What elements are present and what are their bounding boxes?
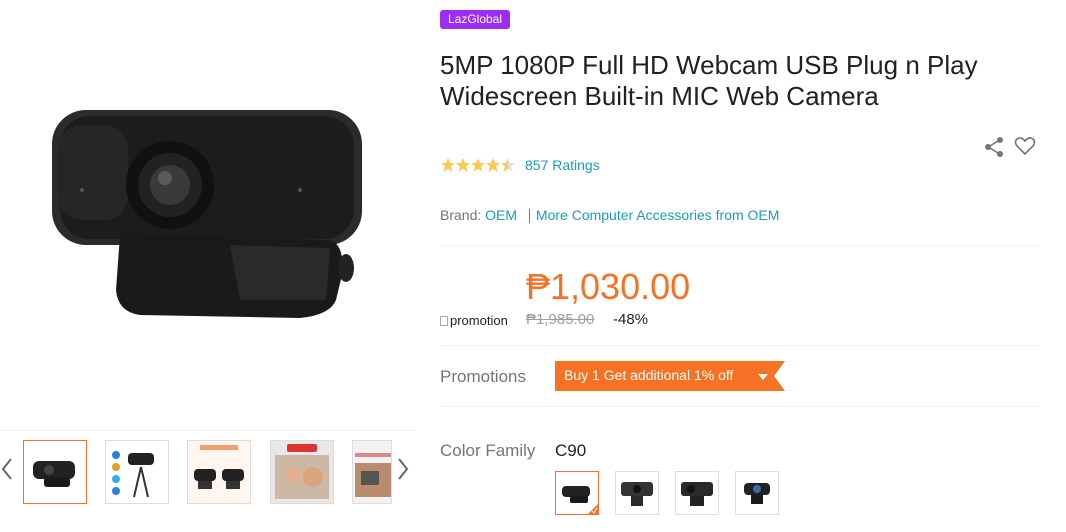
promotion-alt-text: promotion [450, 313, 508, 328]
brand-label: Brand: [440, 207, 482, 223]
caret-down-icon[interactable] [758, 374, 768, 380]
main-product-image[interactable] [0, 0, 416, 430]
selected-color-value: C90 [555, 441, 587, 460]
more-from-brand-link[interactable]: More Computer Accessories from OEM [536, 207, 780, 223]
product-title-line-1: 5MP 1080P Full HD Webcam USB Plug n Play [440, 50, 978, 80]
color-option-c90[interactable] [555, 471, 599, 515]
product-title: 5MP 1080P Full HD Webcam USB Plug n Play… [440, 50, 1040, 112]
promotions-label: Promotions [440, 367, 526, 386]
promotion-image-placeholder: promotion [440, 313, 508, 329]
heart-icon[interactable] [1013, 134, 1037, 158]
rating-stars [440, 157, 518, 173]
thumbnail-product-infographic[interactable] [105, 440, 169, 504]
thumbnail-living-room[interactable] [352, 440, 392, 504]
brand-row: Brand: OEM More Computer Accessories fro… [440, 207, 780, 224]
gallery-divider [0, 430, 416, 431]
thumbnail-family-video-call[interactable] [270, 440, 334, 504]
thumbnail-webcam[interactable] [23, 440, 87, 504]
discount-percent: -48% [613, 311, 649, 328]
current-price: ₱1,030.00 [526, 266, 691, 307]
share-icon[interactable] [982, 135, 1006, 159]
product-title-line-2: Widescreen Built-in MIC Web Camera [440, 81, 879, 111]
color-option-2[interactable] [615, 471, 659, 515]
color-option-4[interactable] [735, 471, 779, 515]
thumbnail-removable-cover[interactable] [187, 440, 251, 504]
color-family-label: Color Family [440, 441, 536, 460]
divider [440, 406, 1040, 407]
divider [440, 345, 1040, 346]
color-option-3[interactable] [675, 471, 719, 515]
brand-link[interactable]: OEM [485, 207, 517, 223]
lazglobal-badge: LazGlobal [440, 10, 510, 29]
original-price: ₱1,985.00 [526, 311, 595, 328]
brand-separator [528, 209, 530, 224]
chevron-left-icon[interactable] [0, 455, 14, 483]
divider [440, 245, 1040, 246]
broken-image-icon [440, 316, 448, 326]
promotion-tag-text: Buy 1 Get additional 1% off [564, 367, 734, 383]
ratings-count-link[interactable]: 857 Ratings [525, 157, 600, 173]
chevron-right-icon[interactable] [396, 455, 410, 483]
